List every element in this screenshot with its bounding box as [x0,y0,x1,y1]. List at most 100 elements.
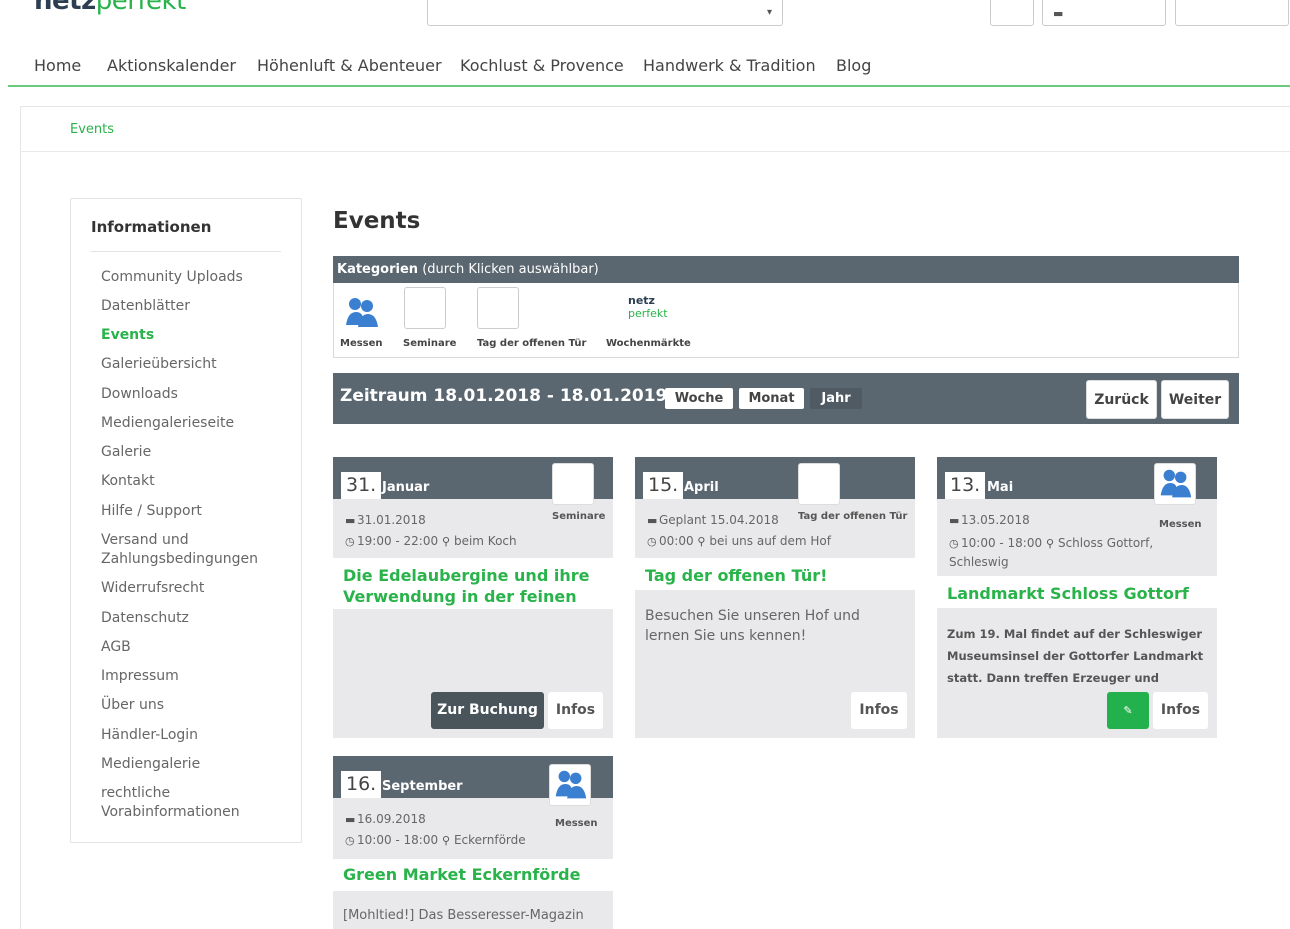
event-title[interactable]: Green Market Eckernförde [343,864,605,885]
sidebar-item-widerrufsrecht[interactable]: Widerrufsrecht [101,579,291,598]
event-date: ▬ 16.09.2018 [345,812,426,826]
sidebar-divider [91,251,281,252]
event-date: ▬ 31.01.2018 [345,513,426,527]
nav-kochlust[interactable]: Kochlust & Provence [460,56,624,75]
sidebar-item-impressum[interactable]: Impressum [101,667,291,686]
people-icon [1154,463,1196,505]
event-day: 31. [341,472,382,499]
event-time-location: ◷ 10:00 - 18:00 ⚲ Schloss Gottorf, Schlesw… [949,536,1154,569]
nav-aktionskalender[interactable]: Aktionskalender [107,56,236,75]
event-month: Mai [987,480,1014,495]
calendar-icon: ▬ [345,813,356,826]
info-button[interactable]: Infos [548,692,603,729]
info-button[interactable]: Infos [1153,692,1208,729]
breadcrumb-bar [20,107,1290,152]
nav-divider [8,85,1290,87]
nav-handwerk[interactable]: Handwerk & Tradition [643,56,816,75]
period-range: Zeitraum 18.01.2018 - 18.01.2019 [340,386,668,406]
wochenmaerkte-logo[interactable]: netz perfekt [628,294,668,320]
calendar-icon: ▬ [647,514,658,527]
event-day: 15. [643,472,684,499]
period-month-button[interactable]: Monat [739,388,804,409]
booking-button[interactable]: Zur Buchung [431,692,544,729]
event-month: September [382,779,463,794]
sidebar-item-datenschutz[interactable]: Datenschutz [101,609,291,628]
location-pin-icon: ⚲ [441,535,451,548]
sidebar-item-haendler-login[interactable]: Händler-Login [101,726,291,745]
nav-blog[interactable]: Blog [836,56,871,75]
clock-icon: ◷ [345,535,355,548]
category-label-messen[interactable]: Messen [340,338,383,349]
event-day: 13. [945,472,986,499]
event-category: Seminare [552,511,606,522]
event-date: ▬ 13.05.2018 [949,513,1030,527]
event-category: Tag der offenen Tür [798,511,908,522]
sidebar-item-galerie[interactable]: Galerie [101,443,291,462]
event-time-location: ◷ 00:00 ⚲ bei uns auf dem Hof [647,534,831,548]
event-card: 15. April Tag der offenen Tür ▬ Geplant 1… [635,457,915,738]
sidebar-item-vorabinformationen[interactable]: rechtliche Vorabinformationen [101,784,291,822]
event-card: 31. Januar Seminare ▬ 31.01.2018 ◷ 19:00 -… [333,457,613,738]
sidebar-item-mediengalerie[interactable]: Mediengalerie [101,755,291,774]
top-header: netzperfekt ▾ ▬ [0,0,1290,32]
sidebar-item-community-uploads[interactable]: Community Uploads [101,268,291,287]
sidebar-title: Informationen [91,218,212,236]
sidebar-item-datenblaetter[interactable]: Datenblätter [101,297,291,316]
nav-hoehenluft[interactable]: Höhenluft & Abenteuer [257,56,442,75]
clock-icon: ◷ [345,834,355,847]
event-day: 16. [341,771,382,798]
period-year-button[interactable]: Jahr [810,388,862,409]
clock-icon: ◷ [949,537,959,550]
info-button[interactable]: Infos [851,692,907,729]
clock-icon: ◷ [647,535,657,548]
event-time-location: ◷ 19:00 - 22:00 ⚲ beim Koch [345,534,517,548]
sidebar-item-versand[interactable]: Versand und Zahlungsbedingungen [101,531,291,569]
calendar-icon: ▬ [949,514,960,527]
sidebar-item-galerieuebersicht[interactable]: Galerieübersicht [101,355,291,374]
prev-button[interactable]: Zurück [1086,380,1157,419]
next-button[interactable]: Weiter [1161,380,1229,419]
location-pin-icon: ⚲ [1045,537,1055,550]
event-description: [Mohltied!] Das Besseresser-Magazin [343,908,584,923]
header-button[interactable] [1175,0,1289,26]
sidebar-item-mediengalerieseite[interactable]: Mediengalerieseite [101,414,291,433]
sidebar-item-downloads[interactable]: Downloads [101,385,291,404]
category-label-seminare[interactable]: Seminare [403,338,456,349]
people-icon[interactable] [340,292,382,334]
sidebar-item-events[interactable]: Events [101,326,291,345]
nav-home[interactable]: Home [34,56,81,75]
event-month: Januar [382,480,430,495]
event-description: Besuchen Sie unseren Hof und lernen Sie … [645,608,860,644]
event-description: Zum 19. Mal findet auf der Schleswiger M… [947,627,1204,685]
category-thumb-seminare[interactable] [404,287,446,329]
page-title: Events [333,208,421,234]
header-button[interactable] [990,0,1034,26]
sidebar-item-agb[interactable]: AGB [101,638,291,657]
category-label-wochenmaerkte[interactable]: Wochenmärkte [606,338,691,349]
event-title[interactable]: Tag der offenen Tür! [645,565,907,586]
event-category-thumb [798,463,840,505]
people-icon [549,764,591,806]
chevron-down-icon: ▾ [766,7,772,18]
location-pin-icon: ⚲ [441,834,451,847]
header-button[interactable]: ▬ [1042,0,1166,26]
sidebar-item-kontakt[interactable]: Kontakt [101,472,291,491]
event-card: 13. Mai Messen ▬ 13.05.2018 ◷ 10:00 - 18:0… [937,457,1217,738]
category-thumb-tag-offene-tuer[interactable] [477,287,519,329]
sidebar-item-ueber-uns[interactable]: Über uns [101,696,291,715]
period-week-button[interactable]: Woche [665,388,733,409]
category-header: Kategorien (durch Klicken auswählbar) [333,256,1239,283]
category-label-tag-offene-tuer[interactable]: Tag der offenen Tür [477,338,586,349]
event-title[interactable]: Landmarkt Schloss Gottorf [947,583,1209,604]
location-pin-icon: ⚲ [697,535,706,548]
event-time-location: ◷ 10:00 - 18:00 ⚲ Eckernförde [345,833,526,847]
event-category: Messen [555,818,598,829]
calendar-icon: ▬ [345,514,356,527]
event-title[interactable]: Die Edelaubergine und ihre Verwendung in… [343,565,605,607]
sidebar-item-hilfe[interactable]: Hilfe / Support [101,502,291,521]
search-select[interactable]: ▾ [427,0,783,26]
site-logo[interactable]: netzperfekt [34,0,186,16]
event-category: Messen [1159,519,1202,530]
edit-icon[interactable]: ✎ [1107,692,1149,729]
breadcrumb[interactable]: Events [70,122,114,137]
